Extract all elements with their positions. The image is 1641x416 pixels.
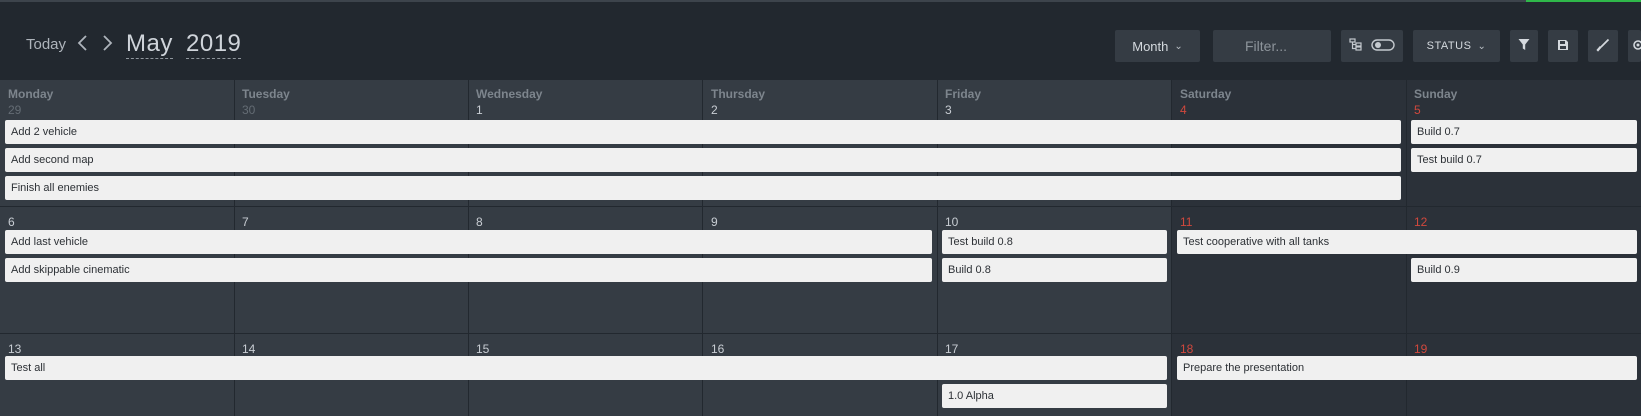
calendar-event[interactable]: Test all xyxy=(5,356,1167,380)
calendar-event[interactable]: Test build 0.8 xyxy=(942,230,1167,254)
day-number[interactable]: 9 xyxy=(711,215,718,229)
calendar-event[interactable]: Build 0.9 xyxy=(1411,258,1637,282)
day-name-sunday: Sunday xyxy=(1414,87,1458,101)
calendar-event[interactable]: Test cooperative with all tanks xyxy=(1177,230,1637,254)
hierarchy-toggle[interactable] xyxy=(1341,30,1403,62)
calendar-toolbar: Today May 2019 Month ⌄ STATUS ⌄ xyxy=(0,2,1641,80)
filter-button[interactable] xyxy=(1510,30,1538,62)
week-divider xyxy=(0,206,1641,207)
day-number[interactable]: 29 xyxy=(8,103,21,117)
view-select-label: Month xyxy=(1132,38,1169,54)
filter-input[interactable] xyxy=(1213,30,1331,62)
calendar-event[interactable]: Test build 0.7 xyxy=(1411,148,1637,172)
day-name-friday: Friday xyxy=(945,87,982,101)
style-button[interactable] xyxy=(1588,30,1618,62)
year-picker[interactable]: 2019 xyxy=(186,30,242,59)
day-name-monday: Monday xyxy=(8,87,54,101)
day-number[interactable]: 11 xyxy=(1180,215,1192,229)
day-number[interactable]: 6 xyxy=(8,215,15,229)
chevron-down-icon: ⌄ xyxy=(1477,40,1487,52)
day-number[interactable]: 7 xyxy=(242,215,249,229)
chevron-down-icon: ⌄ xyxy=(1174,40,1183,52)
calendar-event[interactable]: Build 0.7 xyxy=(1411,120,1637,144)
month-grid: Monday Tuesday Wednesday Thursday Friday… xyxy=(0,80,1641,416)
hierarchy-icon xyxy=(1349,38,1363,54)
view-select[interactable]: Month ⌄ xyxy=(1115,30,1200,62)
day-number[interactable]: 18 xyxy=(1180,342,1193,356)
day-number[interactable]: 30 xyxy=(242,103,255,117)
calendar-event[interactable]: Build 0.8 xyxy=(942,258,1167,282)
settings-button[interactable] xyxy=(1628,30,1641,62)
calendar-event[interactable]: Finish all enemies xyxy=(5,176,1401,200)
day-number[interactable]: 3 xyxy=(945,103,952,117)
calendar-event[interactable]: Add second map xyxy=(5,148,1401,172)
day-number[interactable]: 8 xyxy=(476,215,483,229)
today-button[interactable]: Today xyxy=(26,36,66,53)
day-number[interactable]: 1 xyxy=(476,103,483,117)
day-number[interactable]: 12 xyxy=(1414,215,1427,229)
toggle-icon xyxy=(1371,38,1395,54)
calendar-event[interactable]: 1.0 Alpha xyxy=(942,384,1167,408)
chevron-right-icon[interactable] xyxy=(100,34,114,52)
day-name-thursday: Thursday xyxy=(711,87,766,101)
day-number[interactable]: 17 xyxy=(945,342,958,356)
gear-icon xyxy=(1631,38,1641,55)
day-number[interactable]: 10 xyxy=(945,215,958,229)
chevron-left-icon[interactable] xyxy=(76,34,90,52)
calendar-event[interactable]: Add last vehicle xyxy=(5,230,932,254)
week-divider xyxy=(0,333,1641,334)
page-title: May 2019 xyxy=(126,30,242,59)
day-number[interactable]: 16 xyxy=(711,342,724,356)
day-number[interactable]: 4 xyxy=(1180,103,1187,117)
calendar-event[interactable]: Prepare the presentation xyxy=(1177,356,1637,380)
day-number[interactable]: 14 xyxy=(242,342,255,356)
calendar-event[interactable]: Add 2 vehicle xyxy=(5,120,1401,144)
save-icon xyxy=(1557,39,1569,54)
day-number[interactable]: 15 xyxy=(476,342,489,356)
funnel-icon xyxy=(1518,38,1530,54)
day-name-saturday: Saturday xyxy=(1180,87,1232,101)
brush-icon xyxy=(1596,38,1610,55)
day-number[interactable]: 19 xyxy=(1414,342,1427,356)
day-number[interactable]: 13 xyxy=(8,342,21,356)
day-number[interactable]: 2 xyxy=(711,103,718,117)
month-picker[interactable]: May xyxy=(126,30,173,59)
save-button[interactable] xyxy=(1548,30,1578,62)
calendar-event[interactable]: Add skippable cinematic xyxy=(5,258,932,282)
status-select[interactable]: STATUS ⌄ xyxy=(1413,30,1500,62)
day-name-wednesday: Wednesday xyxy=(476,87,543,101)
status-select-label: STATUS xyxy=(1426,40,1472,52)
day-number[interactable]: 5 xyxy=(1414,103,1421,117)
day-name-tuesday: Tuesday xyxy=(242,87,290,101)
